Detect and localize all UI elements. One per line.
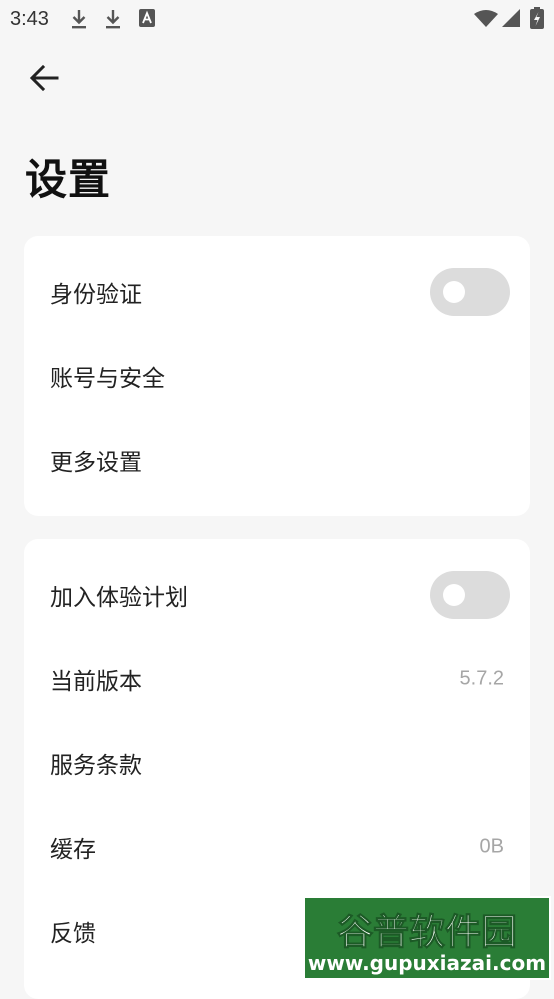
row-identity-verification[interactable]: 身份验证 (24, 250, 530, 334)
row-label: 缓存 (50, 837, 96, 863)
row-current-version[interactable]: 当前版本 5.7.2 (24, 637, 530, 721)
wifi-icon (474, 9, 498, 31)
row-join-experience-program[interactable]: 加入体验计划 (24, 553, 530, 637)
toggle-knob (443, 281, 465, 303)
download-icon (104, 8, 122, 34)
status-bar: 3:43 (0, 0, 554, 38)
row-label: 反馈 (50, 921, 96, 947)
signal-icon (502, 9, 520, 31)
watermark-url: www.gupuxiazai.com (308, 951, 546, 975)
status-time: 3:43 (10, 8, 49, 30)
row-label: 加入体验计划 (50, 585, 188, 611)
row-label: 服务条款 (50, 753, 142, 779)
row-terms-of-service[interactable]: 服务条款 (24, 721, 530, 805)
back-button[interactable] (20, 58, 68, 102)
row-more-settings[interactable]: 更多设置 (24, 418, 530, 502)
cache-size-value: 0B (479, 835, 504, 858)
row-label: 更多设置 (50, 450, 142, 476)
arrow-left-icon (29, 64, 59, 95)
row-account-security[interactable]: 账号与安全 (24, 334, 530, 418)
page-title: 设置 (25, 155, 112, 204)
row-cache[interactable]: 缓存 0B (24, 805, 530, 889)
site-watermark-logo: 谷普软件园 www.gupuxiazai.com (303, 896, 551, 980)
row-label: 身份验证 (50, 282, 142, 308)
toggle-knob (443, 584, 465, 606)
download-icon (70, 8, 88, 34)
identity-verification-toggle[interactable] (430, 268, 510, 316)
row-label: 当前版本 (50, 669, 142, 695)
settings-group-account: 身份验证 账号与安全 更多设置 (24, 236, 530, 516)
row-label: 账号与安全 (50, 366, 165, 392)
version-value: 5.7.2 (459, 667, 504, 690)
watermark-title: 谷普软件园 (337, 912, 517, 953)
battery-charging-icon (530, 7, 544, 33)
experience-program-toggle[interactable] (430, 571, 510, 619)
font-a-icon (139, 9, 155, 31)
